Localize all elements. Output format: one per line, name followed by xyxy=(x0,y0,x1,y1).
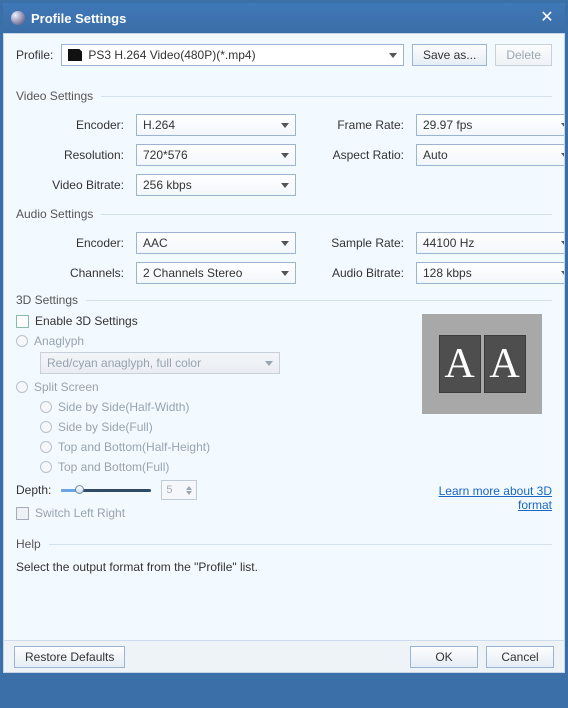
preview-glyph-right: A xyxy=(484,335,526,393)
aspect-dropdown[interactable]: Auto xyxy=(416,144,564,166)
anaglyph-type-dropdown: Red/cyan anaglyph, full color xyxy=(40,352,280,374)
audio-encoder-dropdown[interactable]: AAC xyxy=(136,232,296,254)
cancel-button[interactable]: Cancel xyxy=(486,646,554,668)
anaglyph-label: Anaglyph xyxy=(34,334,84,348)
save-as-button[interactable]: Save as... xyxy=(412,44,487,66)
sbs-full-radio xyxy=(40,421,52,433)
delete-button: Delete xyxy=(495,44,552,66)
audio-settings-title: Audio Settings xyxy=(16,207,101,221)
depth-slider xyxy=(61,483,151,497)
profile-label: Profile: xyxy=(16,48,53,62)
enable-3d-label: Enable 3D Settings xyxy=(35,314,138,328)
chevron-down-icon xyxy=(186,491,192,495)
client-area: Profile: PS3 H.264 Video(480P)(*.mp4) Sa… xyxy=(3,33,565,673)
restore-defaults-button[interactable]: Restore Defaults xyxy=(14,646,125,668)
sbs-half-radio xyxy=(40,401,52,413)
preview-glyph-left: A xyxy=(439,335,481,393)
split-screen-label: Split Screen xyxy=(34,380,99,394)
audio-encoder-label: Encoder: xyxy=(16,236,126,250)
learn-more-link[interactable]: Learn more about 3D format xyxy=(439,484,552,512)
split-screen-radio xyxy=(16,381,28,393)
audio-bitrate-dropdown[interactable]: 128 kbps xyxy=(416,262,564,284)
aspect-label: Aspect Ratio: xyxy=(306,148,406,162)
video-bitrate-label: Video Bitrate: xyxy=(16,178,126,192)
profile-value: PS3 H.264 Video(480P)(*.mp4) xyxy=(88,48,255,62)
video-settings-group: Video Settings Encoder: H.264 Frame Rate… xyxy=(16,88,552,196)
tb-full-radio xyxy=(40,461,52,473)
chevron-down-icon xyxy=(561,153,564,158)
chevron-down-icon xyxy=(281,123,289,128)
video-encoder-label: Encoder: xyxy=(16,118,126,132)
close-icon[interactable]: ✕ xyxy=(537,10,557,26)
window-title: Profile Settings xyxy=(31,11,537,26)
chevron-down-icon xyxy=(389,53,397,58)
depth-spinner: 5 xyxy=(161,480,197,500)
3d-preview: A A xyxy=(422,314,542,414)
chevron-down-icon xyxy=(561,271,564,276)
ok-button[interactable]: OK xyxy=(410,646,478,668)
switch-lr-checkbox xyxy=(16,507,29,520)
help-title: Help xyxy=(16,537,49,551)
audio-settings-group: Audio Settings Encoder: AAC Sample Rate:… xyxy=(16,206,552,284)
enable-3d-checkbox[interactable] xyxy=(16,315,29,328)
footer: Restore Defaults OK Cancel xyxy=(4,640,564,672)
resolution-dropdown[interactable]: 720*576 xyxy=(136,144,296,166)
switch-lr-label: Switch Left Right xyxy=(35,506,125,520)
tb-half-radio xyxy=(40,441,52,453)
profile-format-icon xyxy=(68,49,82,61)
chevron-down-icon xyxy=(561,123,564,128)
video-encoder-dropdown[interactable]: H.264 xyxy=(136,114,296,136)
help-group: Help Select the output format from the "… xyxy=(16,536,552,574)
chevron-down-icon xyxy=(281,183,289,188)
chevron-down-icon xyxy=(561,241,564,246)
3d-settings-title: 3D Settings xyxy=(16,293,86,307)
help-text: Select the output format from the "Profi… xyxy=(16,560,552,574)
depth-label: Depth: xyxy=(16,483,51,497)
anaglyph-radio xyxy=(16,335,28,347)
audio-bitrate-label: Audio Bitrate: xyxy=(306,266,406,280)
chevron-up-icon xyxy=(186,486,192,490)
3d-settings-group: 3D Settings Enable 3D Settings Anaglyph xyxy=(16,292,552,520)
chevron-down-icon xyxy=(265,361,273,366)
video-bitrate-dropdown[interactable]: 256 kbps xyxy=(136,174,296,196)
framerate-dropdown[interactable]: 29.97 fps xyxy=(416,114,564,136)
chevron-down-icon xyxy=(281,153,289,158)
samplerate-label: Sample Rate: xyxy=(306,236,406,250)
chevron-down-icon xyxy=(281,241,289,246)
video-settings-title: Video Settings xyxy=(16,89,101,103)
framerate-label: Frame Rate: xyxy=(306,118,406,132)
channels-dropdown[interactable]: 2 Channels Stereo xyxy=(136,262,296,284)
samplerate-dropdown[interactable]: 44100 Hz xyxy=(416,232,564,254)
app-icon xyxy=(11,11,25,25)
chevron-down-icon xyxy=(281,271,289,276)
channels-label: Channels: xyxy=(16,266,126,280)
titlebar: Profile Settings ✕ xyxy=(3,3,565,33)
profile-dropdown[interactable]: PS3 H.264 Video(480P)(*.mp4) xyxy=(61,44,404,66)
resolution-label: Resolution: xyxy=(16,148,126,162)
